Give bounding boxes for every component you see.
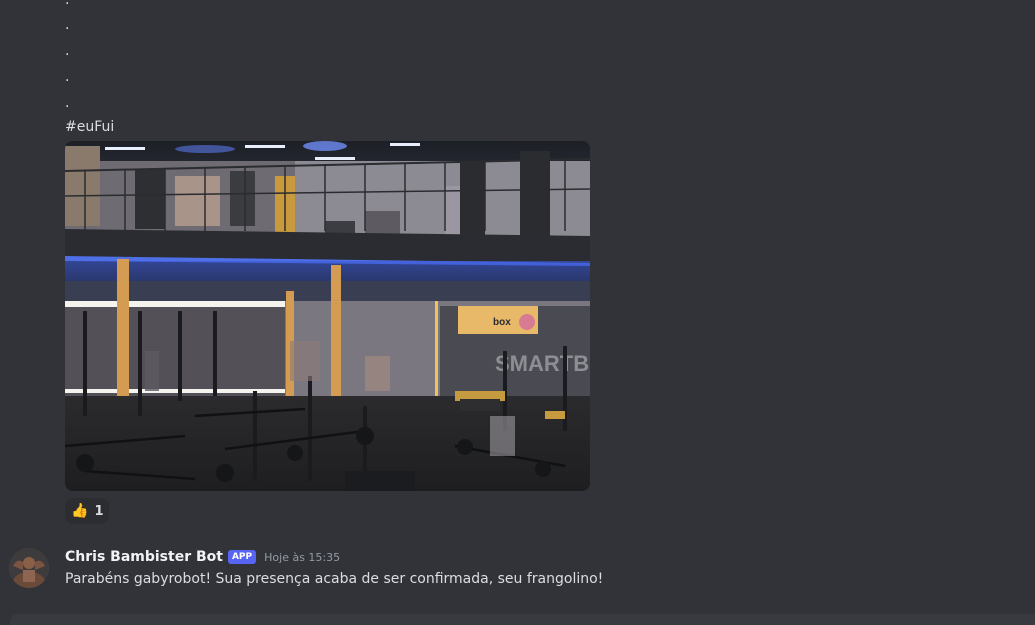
message-timestamp: Hoje às 15:35 xyxy=(264,550,341,564)
avatar[interactable] xyxy=(9,548,49,588)
svg-text:box: box xyxy=(493,317,511,328)
message-composer[interactable] xyxy=(10,614,1035,625)
bot-username[interactable]: Chris Bambister Bot xyxy=(65,549,223,565)
reaction-count: 1 xyxy=(94,503,104,519)
message-hashtag: #euFui xyxy=(65,119,115,135)
app-badge: APP xyxy=(227,550,257,564)
message-dot-line: . xyxy=(65,43,70,59)
thumbs-up-reaction[interactable]: 👍 1 xyxy=(65,498,109,524)
message-dot-line: . xyxy=(65,95,70,111)
thumbs-up-icon: 👍 xyxy=(71,503,89,519)
bot-message-text: Parabéns gabyrobot! Sua presença acaba d… xyxy=(65,571,604,587)
gym-photo-attachment[interactable]: box SMARTB xyxy=(65,141,590,491)
message-dot-line: . xyxy=(65,17,70,33)
gym-photo-image: box SMARTB xyxy=(65,141,590,491)
message-dot-line: . xyxy=(65,69,70,85)
svg-text:SMARTB: SMARTB xyxy=(495,351,589,376)
bodybuilder-avatar-icon xyxy=(9,548,49,588)
message-header: Chris Bambister Bot APP Hoje às 15:35 xyxy=(65,549,340,565)
message-dot-line: . xyxy=(65,0,70,8)
